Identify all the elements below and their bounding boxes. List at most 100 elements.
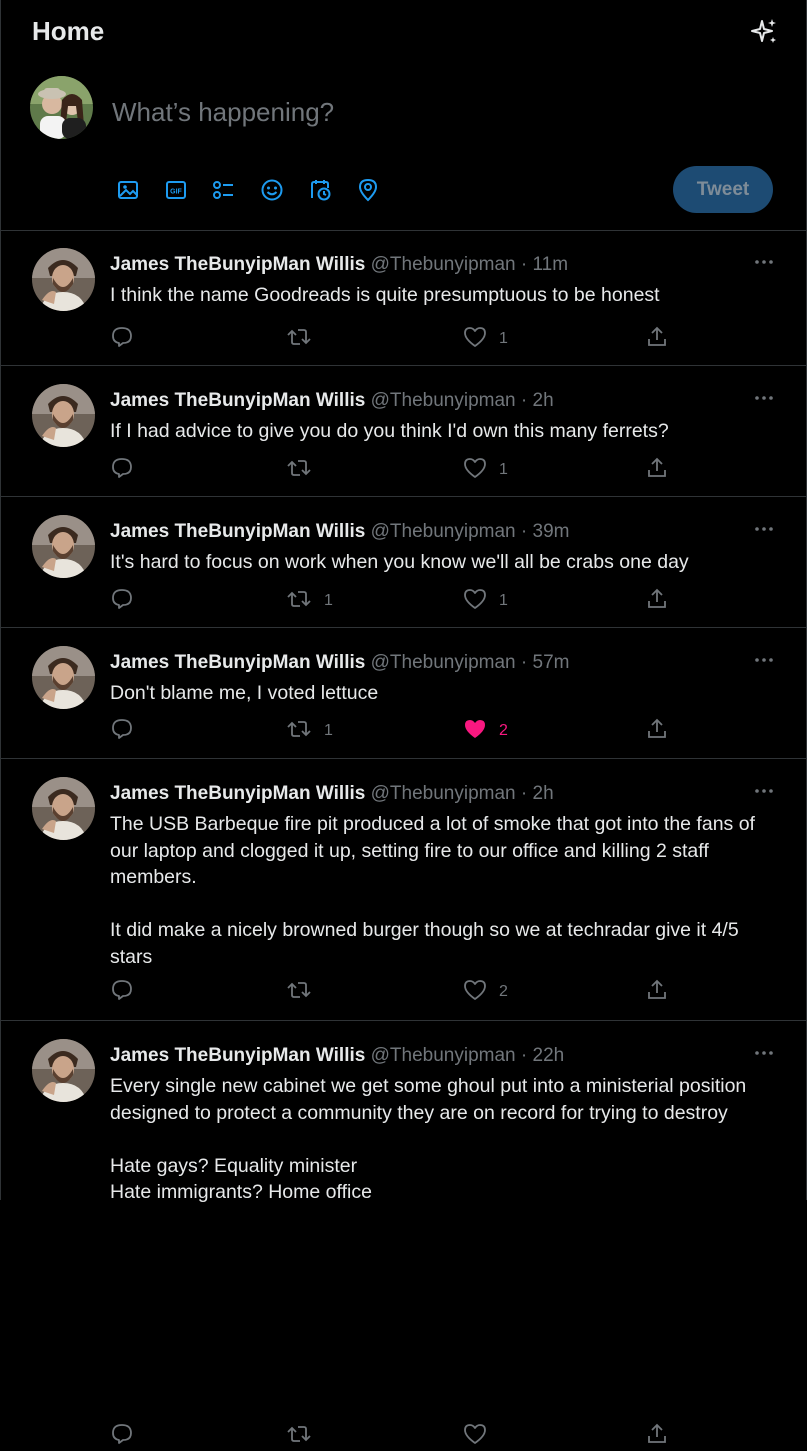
- author-handle[interactable]: @Thebunyipman: [371, 652, 516, 673]
- heart-icon: [463, 457, 487, 484]
- author-handle[interactable]: @Thebunyipman: [371, 254, 516, 275]
- tweet[interactable]: James TheBunyipMan Willis @Thebunyipman …: [0, 1021, 807, 1444]
- share-button[interactable]: [646, 586, 668, 616]
- tweet-text: It's hard to focus on work when you know…: [110, 551, 689, 573]
- poll-icon[interactable]: [208, 174, 240, 206]
- retweet-button[interactable]: 1: [286, 586, 333, 616]
- author-handle[interactable]: @Thebunyipman: [371, 783, 516, 804]
- location-icon[interactable]: [352, 174, 384, 206]
- avatar[interactable]: [32, 248, 95, 311]
- like-button[interactable]: 1: [463, 324, 508, 354]
- more-icon[interactable]: [752, 388, 776, 408]
- share-icon: [646, 978, 668, 1007]
- tweet-actions: 1 2: [110, 716, 780, 746]
- tweet[interactable]: James TheBunyipMan Willis @Thebunyipman …: [0, 759, 807, 1021]
- tweet-actions: 1 1: [110, 586, 780, 616]
- reply-button[interactable]: [110, 977, 134, 1007]
- tweet-text: Don't blame me, I voted lettuce: [110, 682, 379, 704]
- tweet-time[interactable]: 39m: [533, 521, 570, 542]
- heart-icon: [463, 1423, 487, 1450]
- like-button[interactable]: 2: [463, 716, 508, 746]
- tweet-header: James TheBunyipMan Willis @Thebunyipman …: [110, 390, 554, 412]
- heart-filled-icon: [463, 718, 487, 745]
- compose-input[interactable]: What’s happening?: [112, 97, 334, 128]
- tweet-composer: What’s happening? GIF Tweet: [0, 64, 807, 231]
- author-handle[interactable]: @Thebunyipman: [371, 390, 516, 411]
- tweet-actions: [110, 1421, 780, 1451]
- avatar[interactable]: [32, 384, 95, 447]
- author-handle[interactable]: @Thebunyipman: [371, 1045, 516, 1066]
- tweet-time[interactable]: 2h: [533, 783, 554, 804]
- share-button[interactable]: [646, 716, 668, 746]
- tweet-time[interactable]: 57m: [533, 652, 570, 673]
- tweet[interactable]: James TheBunyipMan Willis @Thebunyipman …: [0, 366, 807, 497]
- share-icon: [646, 587, 668, 616]
- svg-text:GIF: GIF: [170, 189, 182, 196]
- reply-button[interactable]: [110, 586, 134, 616]
- share-icon: [646, 456, 668, 485]
- author-name[interactable]: James TheBunyipMan Willis: [110, 254, 365, 275]
- author-name[interactable]: James TheBunyipMan Willis: [110, 521, 365, 542]
- avatar[interactable]: [32, 646, 95, 709]
- avatar[interactable]: [32, 1039, 95, 1102]
- share-button[interactable]: [646, 1421, 668, 1451]
- heart-icon: [463, 326, 487, 353]
- avatar[interactable]: [32, 777, 95, 840]
- retweet-button[interactable]: [286, 455, 324, 485]
- author-handle[interactable]: @Thebunyipman: [371, 521, 516, 542]
- reply-button[interactable]: [110, 324, 134, 354]
- like-button[interactable]: [463, 1421, 499, 1451]
- tweet-button[interactable]: Tweet: [673, 166, 773, 213]
- more-icon[interactable]: [752, 781, 776, 801]
- tweet-actions: 1: [110, 455, 780, 485]
- tweet[interactable]: James TheBunyipMan Willis @Thebunyipman …: [0, 230, 807, 366]
- tweet-header: James TheBunyipMan Willis @Thebunyipman …: [110, 783, 554, 805]
- sparkle-icon[interactable]: [748, 16, 780, 48]
- emoji-icon[interactable]: [256, 174, 288, 206]
- author-name[interactable]: James TheBunyipMan Willis: [110, 783, 365, 804]
- retweet-button[interactable]: [286, 977, 324, 1007]
- author-name[interactable]: James TheBunyipMan Willis: [110, 390, 365, 411]
- reply-button[interactable]: [110, 716, 134, 746]
- avatar[interactable]: [30, 76, 93, 139]
- tweet-time[interactable]: 11m: [533, 254, 569, 275]
- avatar[interactable]: [32, 515, 95, 578]
- share-icon: [646, 717, 668, 746]
- retweet-button[interactable]: 1: [286, 716, 333, 746]
- tweet[interactable]: James TheBunyipMan Willis @Thebunyipman …: [0, 497, 807, 628]
- tweet-time[interactable]: 2h: [533, 390, 554, 411]
- schedule-icon[interactable]: [304, 174, 336, 206]
- share-button[interactable]: [646, 324, 668, 354]
- like-button[interactable]: 2: [463, 977, 508, 1007]
- share-button[interactable]: [646, 977, 668, 1007]
- like-button[interactable]: 1: [463, 455, 508, 485]
- tweet-header: James TheBunyipMan Willis @Thebunyipman …: [110, 1045, 564, 1067]
- more-icon[interactable]: [752, 519, 776, 539]
- author-name[interactable]: James TheBunyipMan Willis: [110, 652, 365, 673]
- like-count: 1: [499, 461, 508, 478]
- tweet[interactable]: James TheBunyipMan Willis @Thebunyipman …: [0, 628, 807, 759]
- retweet-icon: [286, 587, 312, 616]
- tweet-header: James TheBunyipMan Willis @Thebunyipman …: [110, 254, 568, 276]
- more-icon[interactable]: [752, 252, 776, 272]
- page-title: Home: [32, 16, 105, 46]
- retweet-count: 1: [324, 592, 333, 609]
- tweet-text: I think the name Goodreads is quite pres…: [110, 284, 660, 306]
- retweet-button[interactable]: [286, 1421, 324, 1451]
- more-icon[interactable]: [752, 650, 776, 670]
- tweet-header: James TheBunyipMan Willis @Thebunyipman …: [110, 521, 569, 543]
- tweet-time[interactable]: 22h: [533, 1045, 565, 1066]
- tweet-actions: 1: [110, 324, 780, 354]
- like-count: 1: [499, 592, 508, 609]
- retweet-button[interactable]: [286, 324, 324, 354]
- share-button[interactable]: [646, 455, 668, 485]
- header: Home: [0, 0, 807, 64]
- gif-icon[interactable]: GIF: [160, 174, 192, 206]
- media-icon[interactable]: [112, 174, 144, 206]
- like-count: 2: [499, 983, 508, 1000]
- like-button[interactable]: 1: [463, 586, 508, 616]
- more-icon[interactable]: [752, 1043, 776, 1063]
- reply-button[interactable]: [110, 1421, 134, 1451]
- reply-button[interactable]: [110, 455, 134, 485]
- author-name[interactable]: James TheBunyipMan Willis: [110, 1045, 365, 1066]
